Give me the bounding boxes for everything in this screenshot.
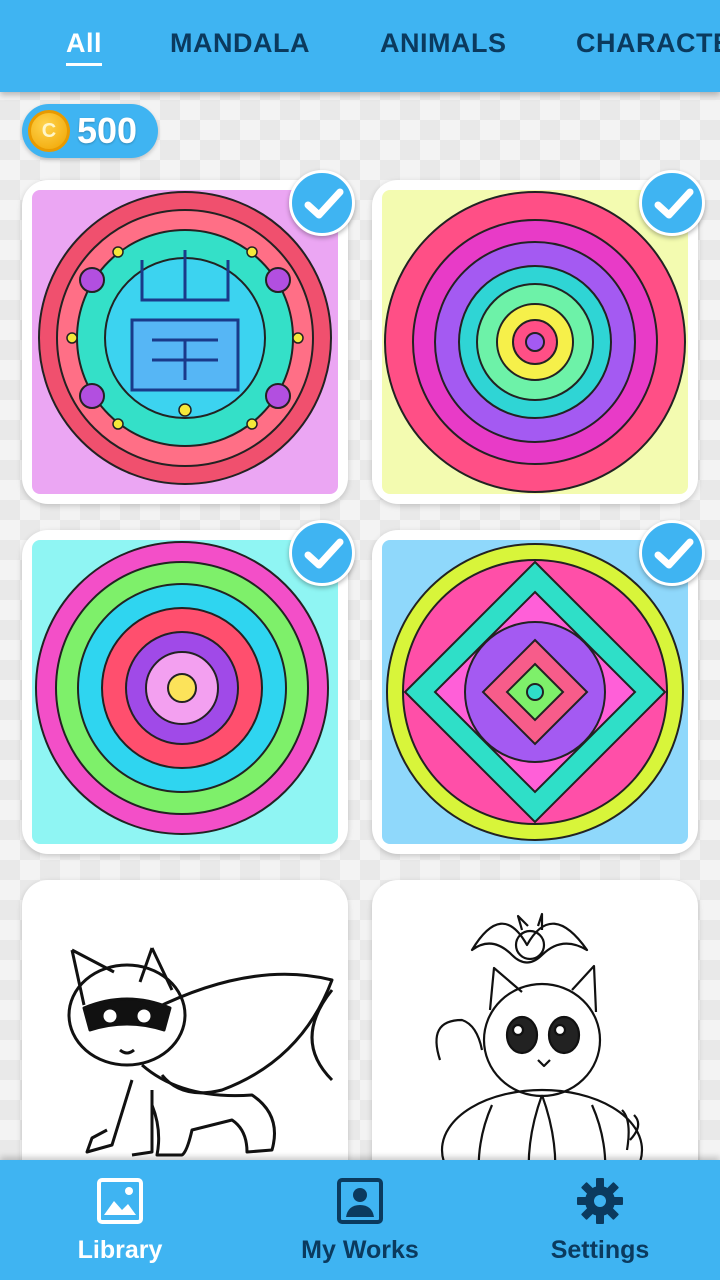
- tab-mandala[interactable]: MANDALA: [170, 28, 310, 59]
- completed-check-icon: [289, 520, 355, 586]
- completed-check-icon: [289, 170, 355, 236]
- coloring-card-mandala-leaf[interactable]: [22, 530, 348, 854]
- tab-characters[interactable]: CHARACTE: [576, 28, 720, 59]
- mandala-flower-artwork: [382, 190, 688, 494]
- bottom-navigation: Library My Works Settings: [0, 1160, 720, 1280]
- coloring-card-mandala-pink[interactable]: [22, 180, 348, 504]
- mandala-leaf-artwork: [32, 540, 338, 844]
- category-tab-bar: All MANDALA ANIMALS CHARACTE: [0, 0, 720, 92]
- coloring-card-kitten-pumpkin[interactable]: [372, 880, 698, 1204]
- nav-library-label: Library: [77, 1236, 163, 1264]
- tab-animals[interactable]: ANIMALS: [380, 28, 507, 59]
- mandala-stained-artwork: [382, 540, 688, 844]
- coin-balance[interactable]: C 500: [22, 104, 158, 158]
- coin-icon: C: [28, 110, 70, 152]
- tab-all[interactable]: All: [66, 28, 103, 66]
- raccoon-hero-lineart: [32, 890, 338, 1194]
- nav-my-works[interactable]: My Works: [240, 1160, 480, 1280]
- nav-settings[interactable]: Settings: [480, 1160, 720, 1280]
- coin-count: 500: [77, 110, 138, 151]
- image-icon: [97, 1178, 143, 1224]
- coloring-card-mandala-stained[interactable]: [372, 530, 698, 854]
- mandala-pink-artwork: [32, 190, 338, 494]
- coloring-card-mandala-flower[interactable]: [372, 180, 698, 504]
- completed-check-icon: [639, 170, 705, 236]
- nav-my-works-label: My Works: [301, 1236, 419, 1264]
- coloring-card-raccoon-hero[interactable]: [22, 880, 348, 1204]
- portrait-icon: [337, 1178, 383, 1224]
- nav-settings-label: Settings: [550, 1236, 650, 1264]
- kitten-pumpkin-lineart: [382, 890, 688, 1194]
- gear-icon: [577, 1178, 623, 1224]
- completed-check-icon: [639, 520, 705, 586]
- nav-library[interactable]: Library: [0, 1160, 240, 1280]
